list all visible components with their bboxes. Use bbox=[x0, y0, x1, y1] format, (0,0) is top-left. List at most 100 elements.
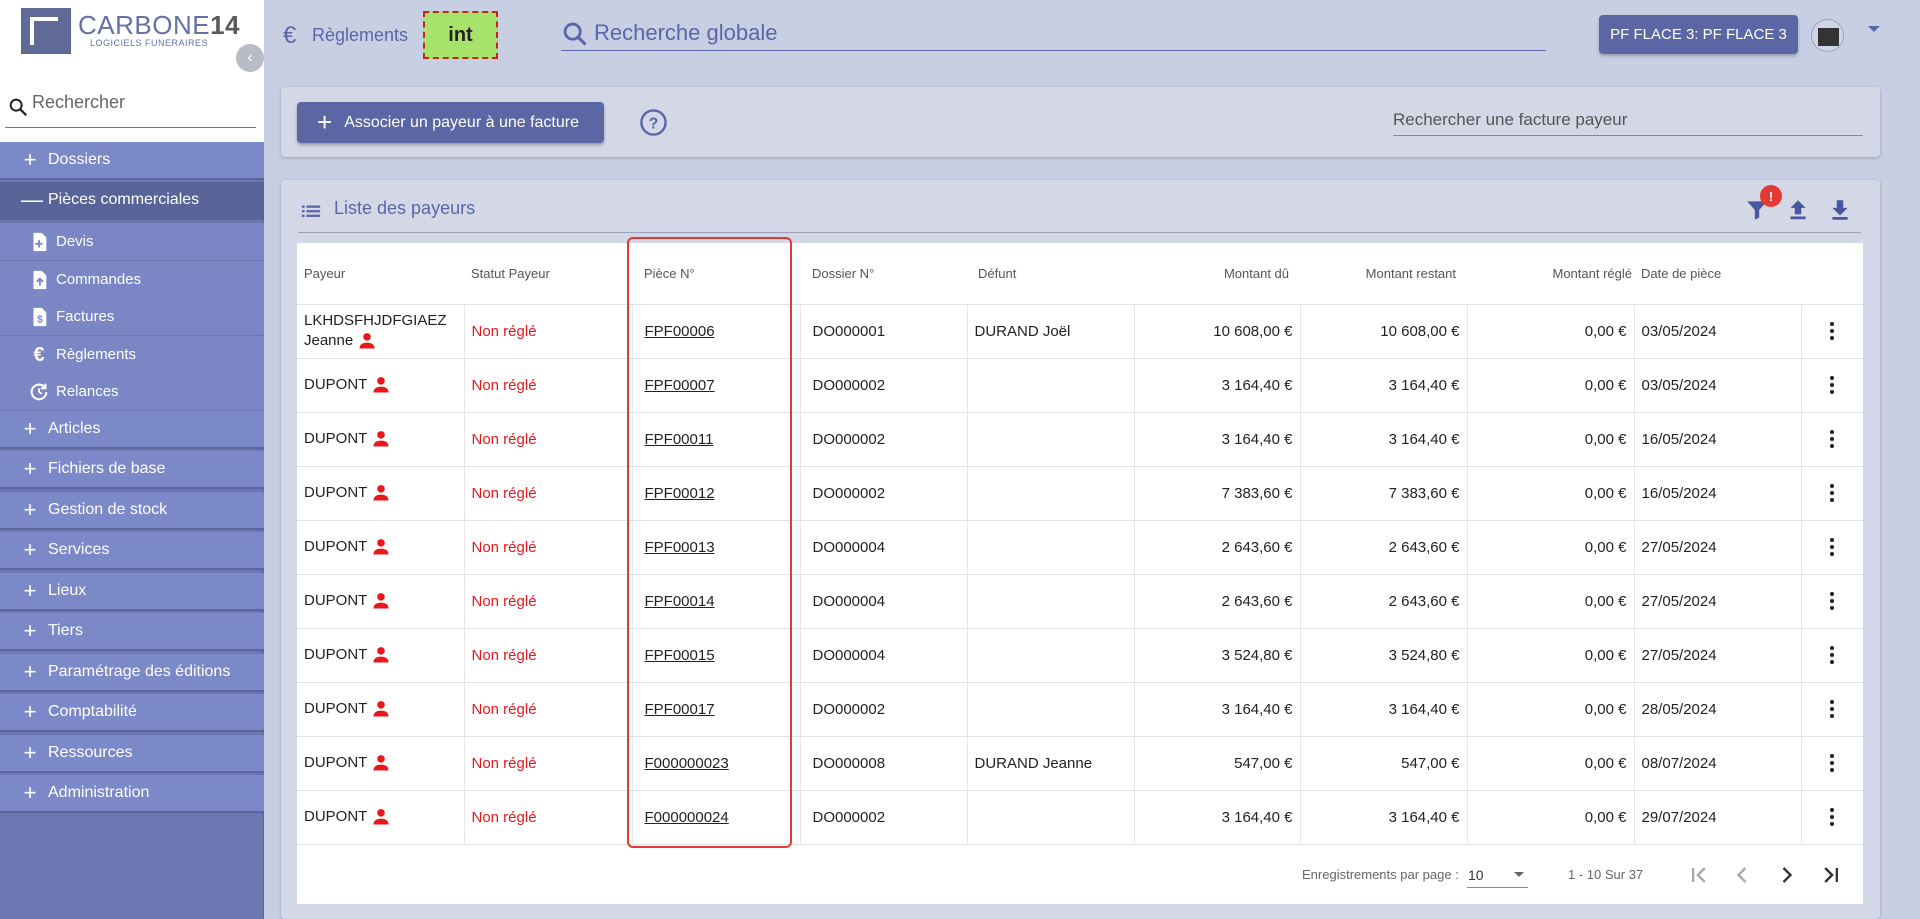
sidebar-item-parametrage-des-editions[interactable]: + Paramétrage des éditions bbox=[0, 654, 264, 692]
plus-icon: + bbox=[23, 497, 37, 522]
sidebar-item-label: Services bbox=[48, 541, 110, 558]
cell-dossier: DO000004 bbox=[800, 628, 968, 683]
column-header-dossier[interactable]: Dossier N° bbox=[800, 243, 967, 305]
piece-link[interactable]: F000000024 bbox=[645, 809, 729, 826]
row-menu-button[interactable] bbox=[1801, 466, 1863, 521]
person-icon bbox=[373, 377, 389, 393]
associate-payer-button[interactable]: + Associer un payeur à une facture bbox=[297, 102, 604, 143]
sidebar-item-relances[interactable]: Relances bbox=[0, 373, 264, 410]
row-menu-button[interactable] bbox=[1801, 574, 1863, 629]
cell-date: 27/05/2024 bbox=[1634, 520, 1802, 575]
plus-icon: + bbox=[23, 416, 37, 441]
sidebar-item-services[interactable]: + Services bbox=[0, 532, 264, 570]
cell-piece: F000000023 bbox=[632, 736, 801, 791]
previous-page-icon[interactable] bbox=[1728, 861, 1756, 889]
chevron-down-icon[interactable] bbox=[1868, 26, 1880, 32]
scrollbar[interactable] bbox=[1910, 70, 1920, 919]
sidebar-item-dossiers[interactable]: + Dossiers bbox=[0, 142, 264, 180]
sidebar-item-label: Tiers bbox=[48, 622, 83, 639]
table-row[interactable]: LKHDSFHJDFGIAEZ Jeanne Non réglé FPF0000… bbox=[297, 304, 1863, 359]
sidebar-item-reglements[interactable]: € Règlements bbox=[0, 336, 264, 373]
piece-link[interactable]: FPF00012 bbox=[645, 485, 715, 502]
cell-montant-du: 547,00 € bbox=[1134, 736, 1301, 791]
sidebar-item-label: Paramétrage des éditions bbox=[48, 663, 231, 680]
table-row[interactable]: DUPONT Non réglé FPF00011 DO000002 3 164… bbox=[297, 412, 1863, 467]
table-row[interactable]: DUPONT Non réglé FPF00015 DO000004 3 524… bbox=[297, 628, 1863, 683]
table-row[interactable]: DUPONT Non réglé F000000023 DO000008 DUR… bbox=[297, 736, 1863, 791]
table-row[interactable]: DUPONT Non réglé FPF00014 DO000004 2 643… bbox=[297, 574, 1863, 629]
cell-montant-du: 3 164,40 € bbox=[1134, 358, 1301, 413]
collapse-sidebar-button[interactable]: ‹ bbox=[236, 44, 264, 72]
payer-name: DUPONT bbox=[304, 646, 368, 663]
next-page-icon[interactable] bbox=[1773, 861, 1801, 889]
cell-defunt bbox=[967, 412, 1135, 467]
more-vertical-icon bbox=[1829, 646, 1835, 664]
cell-date: 08/07/2024 bbox=[1634, 736, 1802, 791]
sidebar-item-commandes[interactable]: Commandes bbox=[0, 261, 264, 298]
help-icon[interactable]: ? bbox=[639, 108, 668, 137]
row-menu-button[interactable] bbox=[1801, 412, 1863, 467]
sidebar-item-ressources[interactable]: + Ressources bbox=[0, 735, 264, 773]
piece-link[interactable]: FPF00014 bbox=[645, 593, 715, 610]
column-header-piece[interactable]: Pièce N° bbox=[632, 243, 800, 305]
sidebar-item-pieces-commerciales[interactable]: — Pièces commerciales bbox=[0, 182, 264, 220]
row-menu-button[interactable] bbox=[1801, 304, 1863, 359]
column-header-payeur[interactable]: Payeur bbox=[297, 243, 464, 305]
cell-montant-regle: 0,00 € bbox=[1467, 736, 1635, 791]
download-icon[interactable] bbox=[1827, 197, 1853, 223]
last-page-icon[interactable] bbox=[1817, 861, 1845, 889]
sidebar-item-devis[interactable]: Devis bbox=[0, 223, 264, 260]
table-row[interactable]: DUPONT Non réglé FPF00017 DO000002 3 164… bbox=[297, 682, 1863, 737]
sidebar-item-fichiers-de-base[interactable]: + Fichiers de base bbox=[0, 451, 264, 489]
row-menu-button[interactable] bbox=[1801, 520, 1863, 575]
piece-link[interactable]: FPF00017 bbox=[645, 701, 715, 718]
site-selector-button[interactable]: PF FLACE 3: PF FLACE 3 bbox=[1599, 15, 1798, 54]
table-row[interactable]: DUPONT Non réglé F000000024 DO000002 3 1… bbox=[297, 790, 1863, 845]
table-row[interactable]: DUPONT Non réglé FPF00013 DO000004 2 643… bbox=[297, 520, 1863, 575]
piece-link[interactable]: FPF00007 bbox=[645, 377, 715, 394]
column-header-montant-du[interactable]: Montant dû bbox=[1134, 243, 1300, 305]
avatar[interactable] bbox=[1811, 19, 1844, 52]
upload-icon[interactable] bbox=[1785, 197, 1811, 223]
sidebar-item-administration[interactable]: + Administration bbox=[0, 775, 264, 813]
table-row[interactable]: DUPONT Non réglé FPF00012 DO000002 7 383… bbox=[297, 466, 1863, 521]
cell-payeur: LKHDSFHJDFGIAEZ Jeanne bbox=[297, 304, 465, 359]
column-header-defunt[interactable]: Défunt bbox=[967, 243, 1134, 305]
sidebar-item-label: Administration bbox=[48, 784, 150, 801]
row-menu-button[interactable] bbox=[1801, 628, 1863, 683]
table-row[interactable]: DUPONT Non réglé FPF00007 DO000002 3 164… bbox=[297, 358, 1863, 413]
sidebar-item-lieux[interactable]: + Lieux bbox=[0, 573, 264, 611]
sidebar-item-factures[interactable]: $ Factures bbox=[0, 298, 264, 335]
sidebar-item-comptabilite[interactable]: + Comptabilité bbox=[0, 694, 264, 732]
piece-link[interactable]: F000000023 bbox=[645, 755, 729, 772]
column-header-montant-regle[interactable]: Montant réglé bbox=[1467, 243, 1634, 305]
sidebar-item-tiers[interactable]: + Tiers bbox=[0, 613, 264, 651]
row-menu-button[interactable] bbox=[1801, 682, 1863, 737]
first-page-icon[interactable] bbox=[1685, 861, 1713, 889]
cell-statut: Non réglé bbox=[464, 466, 633, 521]
column-header-date[interactable]: Date de pièce bbox=[1634, 243, 1801, 305]
cell-dossier: DO000002 bbox=[800, 466, 968, 521]
document-add-icon bbox=[33, 232, 47, 251]
piece-link[interactable]: FPF00013 bbox=[645, 539, 715, 556]
piece-link[interactable]: FPF00011 bbox=[645, 431, 714, 448]
svg-text:?: ? bbox=[649, 116, 659, 133]
column-header-montant-restant[interactable]: Montant restant bbox=[1300, 243, 1467, 305]
per-page-select[interactable]: 10 bbox=[1467, 862, 1528, 888]
sidebar-item-gestion-de-stock[interactable]: + Gestion de stock bbox=[0, 492, 264, 530]
sidebar-item-articles[interactable]: + Articles bbox=[0, 411, 264, 449]
row-menu-button[interactable] bbox=[1801, 790, 1863, 845]
row-menu-button[interactable] bbox=[1801, 358, 1863, 413]
sidebar-search-input[interactable] bbox=[32, 90, 252, 114]
column-header-actions bbox=[1801, 243, 1863, 305]
piece-link[interactable]: FPF00015 bbox=[645, 647, 715, 664]
breadcrumb[interactable]: Règlements bbox=[312, 25, 408, 46]
piece-link[interactable]: FPF00006 bbox=[645, 323, 715, 340]
invoice-search-input[interactable] bbox=[1393, 106, 1863, 134]
cell-defunt: DURAND Jeanne bbox=[967, 736, 1135, 791]
column-header-statut[interactable]: Statut Payeur bbox=[464, 243, 632, 305]
row-menu-button[interactable] bbox=[1801, 736, 1863, 791]
cell-defunt bbox=[967, 466, 1135, 521]
global-search-input[interactable] bbox=[594, 16, 1544, 50]
plus-icon: + bbox=[317, 107, 333, 137]
